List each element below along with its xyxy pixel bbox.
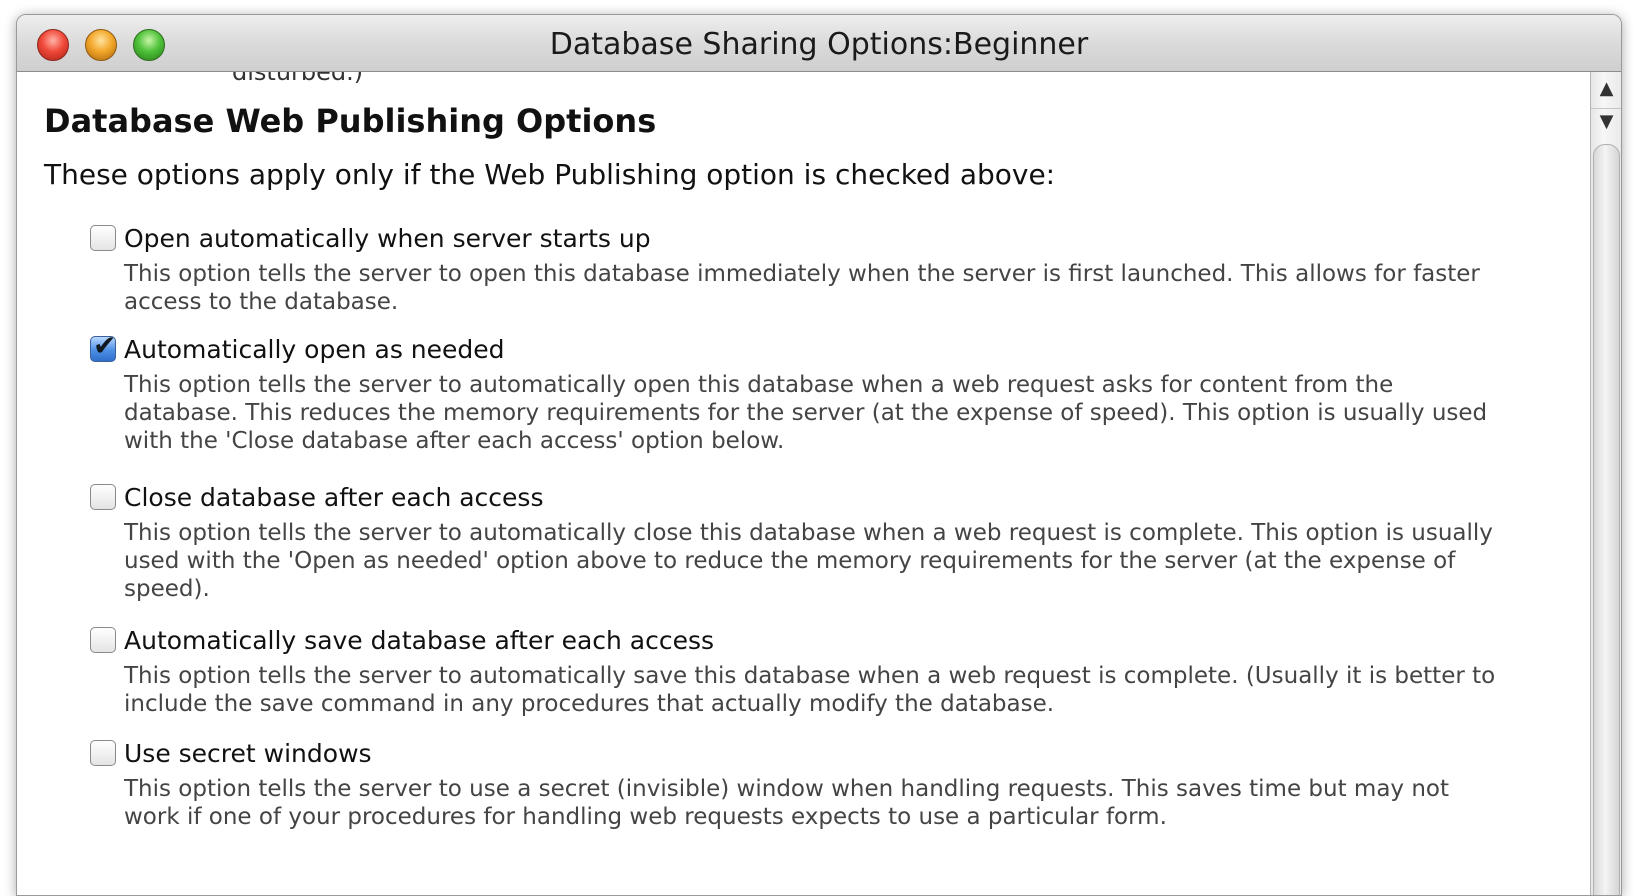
checkmark-icon: ✔ <box>93 329 117 362</box>
option-label[interactable]: Automatically open as needed <box>124 335 505 364</box>
previous-section-text: disturbed.) <box>232 72 364 86</box>
option-description: This option tells the server to automati… <box>124 520 1493 602</box>
option-description: This option tells the server to use a se… <box>124 776 1450 830</box>
option-label[interactable]: Open automatically when server starts up <box>124 224 651 253</box>
scroll-down-arrow-icon[interactable]: ▼ <box>1591 108 1621 135</box>
database-sharing-options-window: Database Sharing Options:Beginner distur… <box>16 14 1622 896</box>
open-on-startup-checkbox[interactable] <box>90 225 116 251</box>
secret-windows-checkbox[interactable] <box>90 740 116 766</box>
open-as-needed-checkbox[interactable]: ✔ <box>90 331 116 362</box>
option-open-as-needed: ✔ Automatically open as needed This opti… <box>90 331 1510 455</box>
scrollbar-thumb[interactable] <box>1593 144 1620 895</box>
option-label[interactable]: Close database after each access <box>124 483 543 512</box>
vertical-scrollbar[interactable]: ▲ ▼ <box>1590 72 1621 895</box>
title-bar[interactable]: Database Sharing Options:Beginner <box>17 15 1621 72</box>
option-save-after-access: Automatically save database after each a… <box>90 624 1510 718</box>
option-description: This option tells the server to automati… <box>124 372 1488 454</box>
option-secret-windows: Use secret windows This option tells the… <box>90 737 1510 831</box>
section-intro: These options apply only if the Web Publ… <box>44 158 1056 191</box>
option-description: This option tells the server to open thi… <box>124 261 1480 315</box>
option-close-after-access: Close database after each access This op… <box>90 481 1510 603</box>
scroll-up-arrow-icon[interactable]: ▲ <box>1591 76 1621 102</box>
option-label[interactable]: Use secret windows <box>124 739 372 768</box>
window-title: Database Sharing Options:Beginner <box>549 27 1089 62</box>
close-after-access-checkbox[interactable] <box>90 484 116 510</box>
option-open-on-startup: Open automatically when server starts up… <box>90 222 1510 316</box>
save-after-access-checkbox[interactable] <box>90 627 116 653</box>
option-label[interactable]: Automatically save database after each a… <box>124 626 714 655</box>
section-heading: Database Web Publishing Options <box>44 102 657 140</box>
options-content-area: disturbed.) Database Web Publishing Opti… <box>17 72 1590 895</box>
option-description: This option tells the server to automati… <box>124 663 1496 717</box>
